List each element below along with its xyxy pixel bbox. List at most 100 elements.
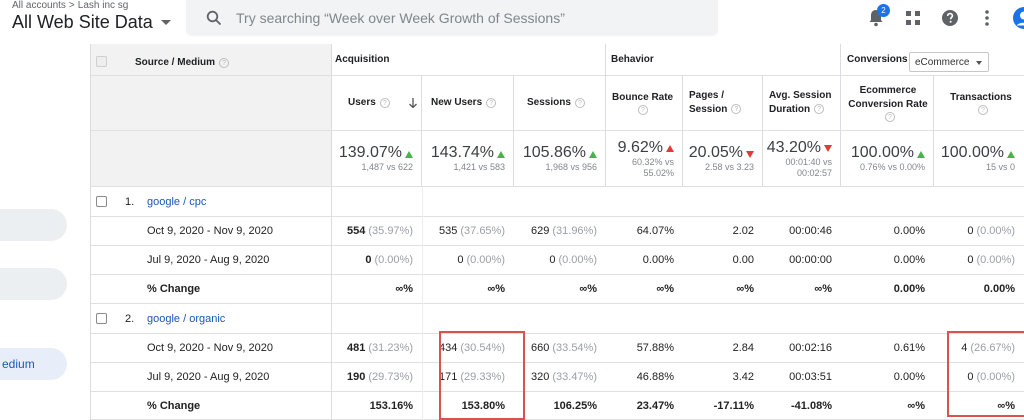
total-bounce-value: 9.62% xyxy=(617,138,663,156)
total-avg: 43.20% 00:01:40 vs 00:02:57 xyxy=(762,131,840,186)
row-checkbox-wrap[interactable] xyxy=(96,187,107,216)
value-pct: (0.00%) xyxy=(374,254,413,266)
col-pages-label-2[interactable]: Session xyxy=(689,104,727,115)
select-all-checkbox[interactable] xyxy=(96,56,107,67)
column-divider xyxy=(605,44,606,187)
help-question-icon[interactable]: ? xyxy=(978,105,988,115)
col-bounce-rate-label[interactable]: Bounce Rate xyxy=(612,91,673,105)
cell-sessions: 320 (33.47%) xyxy=(513,363,605,391)
cell-pages: 0.00 xyxy=(732,254,754,266)
caret-down-icon[interactable] xyxy=(160,20,171,25)
cell-new-users: 0 (0.00%) xyxy=(421,246,513,274)
row-checkbox[interactable] xyxy=(96,196,107,207)
row-index: 1. xyxy=(125,195,135,208)
change-row: % Change 153.16% 153.80% 106.25% 23.47% … xyxy=(91,392,1024,420)
help-question-icon[interactable]: ? xyxy=(731,104,742,115)
value: 554 xyxy=(347,225,366,237)
cell-avg: ∞% xyxy=(814,283,832,295)
cell-sessions: 660 (33.54%) xyxy=(513,334,605,362)
col-avg-session-duration[interactable]: Avg. Session Duration? xyxy=(769,76,839,130)
value: 629 xyxy=(531,225,550,237)
nav-item[interactable] xyxy=(0,209,67,241)
dropdown-arrow-icon[interactable] xyxy=(976,61,982,65)
help-question-icon[interactable]: ? xyxy=(219,58,230,68)
cell-avg: 00:00:00 xyxy=(789,254,832,266)
top-header: All accounts > Lash inc sg All Web Site Da… xyxy=(0,0,1024,44)
sort-desc-icon[interactable] xyxy=(409,76,421,130)
breadcrumb[interactable]: All accounts > Lash inc sg xyxy=(12,0,128,11)
analytics-page: All accounts > Lash inc sg All Web Site Da… xyxy=(0,0,1024,420)
arrow-up-icon xyxy=(589,150,597,158)
cell-new-users: ∞% xyxy=(487,283,505,295)
col-bounce-rate[interactable]: Bounce Rate? xyxy=(612,76,677,130)
view-name[interactable]: All Web Site Data xyxy=(12,12,153,33)
row-date-range: Jul 9, 2020 - Aug 9, 2020 xyxy=(147,371,270,383)
cell-pages: 3.42 xyxy=(732,371,754,383)
arrow-down-icon[interactable] xyxy=(409,98,417,108)
col-transactions[interactable]: Transactions? xyxy=(937,76,1024,130)
total-transactions-value: 100.00% xyxy=(940,144,1004,161)
cell-avg: 00:00:46 xyxy=(789,225,832,237)
col-avg-label-2[interactable]: Duration xyxy=(769,104,810,115)
value-pct: (31.23%) xyxy=(368,342,413,354)
help-question-icon[interactable]: ? xyxy=(885,112,895,122)
view-selector[interactable]: All Web Site Data xyxy=(12,12,171,33)
select-all-checkbox-wrap[interactable] xyxy=(96,56,107,67)
total-transactions-sub: 15 vs 0 xyxy=(985,162,1015,172)
search-placeholder[interactable]: Try searching “Week over Week Growth of … xyxy=(236,10,565,26)
col-new-users[interactable]: New Users? xyxy=(431,76,521,130)
col-avg-label-1[interactable]: Avg. Session xyxy=(769,89,831,103)
col-source-medium-label[interactable]: Source / Medium xyxy=(135,56,215,70)
value: 0 xyxy=(967,254,974,266)
col-sessions-label[interactable]: Sessions xyxy=(527,96,571,110)
value: 535 xyxy=(439,225,458,237)
help-question-icon[interactable]: ? xyxy=(574,98,585,108)
column-divider xyxy=(682,76,683,187)
more-options-button[interactable] xyxy=(975,6,999,30)
value-pct: (0.00%) xyxy=(976,225,1015,237)
total-avg-sub-1: 00:01:40 vs xyxy=(785,156,832,167)
col-source-medium[interactable]: Source / Medium? xyxy=(135,56,230,70)
col-users-label[interactable]: Users xyxy=(348,96,376,110)
help-question-icon[interactable]: ? xyxy=(638,105,648,115)
account-button[interactable] xyxy=(1012,6,1024,30)
nav-item-source-medium[interactable]: edium xyxy=(0,348,67,380)
col-ecommerce-conversion-rate[interactable]: Ecommerce Conversion Rate? xyxy=(843,76,933,130)
help-question-icon[interactable]: ? xyxy=(814,104,825,115)
col-sessions[interactable]: Sessions? xyxy=(527,76,607,130)
conversions-select-value[interactable]: eCommerce xyxy=(915,57,969,68)
notifications-button[interactable]: 2 xyxy=(864,4,890,30)
help-button[interactable] xyxy=(938,6,962,30)
help-question-icon[interactable]: ? xyxy=(486,98,497,108)
cell-ecom: 0.00% xyxy=(893,371,925,383)
source-link-google-cpc[interactable]: google / cpc xyxy=(147,187,206,216)
breadcrumb-accounts[interactable]: All accounts xyxy=(12,0,66,11)
col-new-users-label[interactable]: New Users xyxy=(431,96,482,110)
cell-ecom: ∞% xyxy=(907,399,925,412)
row-checkbox-wrap[interactable] xyxy=(96,304,107,333)
col-users[interactable]: Users? xyxy=(348,76,418,130)
total-ecom-sub: 0.76% vs 0.00% xyxy=(859,162,925,172)
search-bar[interactable]: Try searching “Week over Week Growth of … xyxy=(186,0,718,36)
col-ecom-label-1[interactable]: Ecommerce xyxy=(860,84,917,98)
help-question-icon[interactable]: ? xyxy=(379,98,390,108)
arrow-up-icon xyxy=(1007,150,1015,158)
cell-users: 554 (35.97%) xyxy=(331,217,421,245)
breadcrumb-property[interactable]: Lash inc sg xyxy=(78,0,129,11)
nav-item[interactable] xyxy=(0,268,67,300)
col-ecom-label-2[interactable]: Conversion Rate xyxy=(848,98,927,112)
highlight-box-new-users xyxy=(439,331,525,420)
nav-item-label[interactable]: edium xyxy=(2,357,35,371)
cell-bounce: 64.07% xyxy=(636,225,674,237)
conversions-select[interactable]: eCommerce xyxy=(909,52,989,72)
apps-button[interactable] xyxy=(901,6,925,30)
source-link-google-organic[interactable]: google / organic xyxy=(147,304,225,333)
col-pages-session[interactable]: Pages / Session? xyxy=(689,76,755,130)
col-transactions-label[interactable]: Transactions xyxy=(950,91,1012,105)
value: 660 xyxy=(531,342,550,354)
cell-users: 153.16% xyxy=(369,399,413,412)
col-pages-label-1[interactable]: Pages / xyxy=(689,89,724,103)
row-checkbox[interactable] xyxy=(96,313,107,324)
total-pages-sub: 2.58 vs 3.23 xyxy=(704,162,754,172)
cell-bounce: 0.00% xyxy=(642,254,674,266)
